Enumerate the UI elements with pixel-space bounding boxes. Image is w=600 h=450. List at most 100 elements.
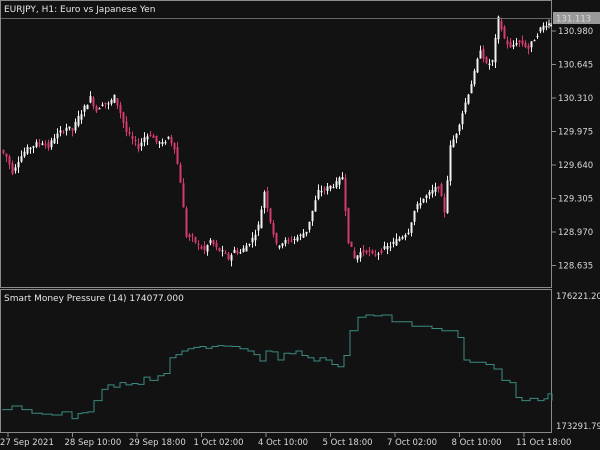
- candle-body: [362, 250, 365, 253]
- candle-body: [14, 167, 17, 171]
- candle-body: [212, 240, 215, 245]
- candle-body: [5, 153, 8, 157]
- candle-body: [530, 41, 533, 48]
- time-tick-label: 11 Oct 18:00: [516, 438, 571, 448]
- candle-body: [524, 42, 527, 48]
- candle-body: [134, 139, 137, 142]
- candle-body: [488, 63, 491, 66]
- candle-body: [278, 245, 281, 248]
- time-tick-label: 5 Oct 18:00: [323, 438, 373, 448]
- price-tick-label: 130.310: [558, 94, 593, 104]
- candle-body: [200, 246, 203, 249]
- candle-body: [188, 234, 191, 238]
- candle-body: [248, 244, 251, 246]
- candle-body: [368, 250, 371, 252]
- candle-body: [263, 191, 266, 208]
- candle-body: [335, 181, 338, 188]
- candle-body: [428, 191, 431, 196]
- candle-body: [287, 239, 290, 241]
- candle-body: [164, 142, 167, 144]
- price-panel-title: EURJPY, H1: Euro vs Japanese Yen: [4, 5, 155, 15]
- candle-body: [206, 245, 209, 252]
- candle-body: [65, 127, 68, 132]
- candle-body: [512, 44, 515, 47]
- candle-body: [377, 253, 380, 255]
- candle-body: [476, 58, 479, 73]
- time-tick-label: 28 Sep 10:00: [65, 438, 122, 448]
- candle-body: [356, 255, 359, 260]
- candle-body: [458, 124, 461, 132]
- candle-body: [422, 198, 425, 203]
- candle-body: [536, 35, 539, 38]
- candle-body: [548, 23, 550, 26]
- candle-body: [179, 164, 182, 183]
- candle-body: [305, 231, 308, 234]
- candle-body: [296, 237, 299, 241]
- candle-body: [440, 184, 443, 197]
- candle-body: [86, 104, 89, 110]
- candle-body: [506, 40, 509, 45]
- candle-body: [431, 190, 434, 194]
- candle-body: [443, 197, 446, 213]
- candle-body: [107, 103, 110, 105]
- candle-body: [227, 253, 230, 260]
- candle-body: [29, 147, 32, 150]
- time-tick-label: 7 Oct 02:00: [387, 438, 437, 448]
- candle-body: [215, 242, 218, 248]
- candle-body: [44, 144, 47, 146]
- candle-body: [53, 138, 56, 144]
- candle-body: [395, 239, 398, 246]
- candle-body: [347, 207, 350, 244]
- candle-body: [203, 245, 206, 250]
- candle-body: [320, 190, 323, 193]
- candle-body: [173, 142, 176, 150]
- candle-body: [341, 177, 344, 180]
- candle-body: [197, 243, 200, 245]
- candle-body: [329, 185, 332, 189]
- candle-body: [550, 25, 552, 27]
- price-tick-label: 128.635: [558, 262, 593, 272]
- candle-body: [137, 143, 140, 150]
- candle-body: [128, 132, 131, 134]
- candle-body: [311, 210, 314, 222]
- price-tick-label: 130.980: [558, 27, 593, 37]
- candle-body: [221, 250, 224, 252]
- time-tick-label: 29 Sep 18:00: [129, 438, 186, 448]
- candle-body: [50, 140, 53, 148]
- candle-body: [509, 42, 512, 48]
- candle-body: [182, 183, 185, 208]
- candle-body: [245, 245, 248, 252]
- candle-body: [284, 240, 287, 244]
- candle-body: [545, 26, 548, 28]
- candle-body: [515, 43, 518, 45]
- candle-body: [482, 48, 485, 59]
- candle-body: [452, 139, 455, 148]
- candle-body: [257, 224, 260, 231]
- candle-body: [410, 222, 413, 233]
- candle-body: [491, 60, 494, 62]
- candle-body: [125, 121, 128, 133]
- candle-body: [521, 40, 524, 44]
- candle-body: [92, 97, 95, 107]
- candle-body: [17, 162, 20, 168]
- candle-body: [56, 133, 59, 139]
- candle-body: [11, 163, 14, 174]
- candle-body: [479, 50, 482, 59]
- candle-body: [260, 209, 263, 229]
- candle-body: [500, 21, 503, 30]
- candle-body: [239, 252, 242, 254]
- candle-body: [95, 106, 98, 112]
- candle-body: [455, 133, 458, 139]
- candle-body: [269, 208, 272, 223]
- candle-body: [41, 143, 44, 145]
- candle-body: [539, 27, 542, 32]
- candle-body: [185, 208, 188, 237]
- candle-body: [467, 94, 470, 104]
- time-tick-label: 8 Oct 10:00: [452, 438, 502, 448]
- trading-chart[interactable]: EURJPY, H1: Euro vs Japanese Yen 130.980…: [0, 0, 600, 450]
- current-price-label: 131.113: [553, 12, 600, 25]
- candle-body: [503, 26, 506, 39]
- candle-body: [326, 186, 329, 191]
- candle-body: [242, 248, 245, 253]
- candle-body: [344, 178, 347, 211]
